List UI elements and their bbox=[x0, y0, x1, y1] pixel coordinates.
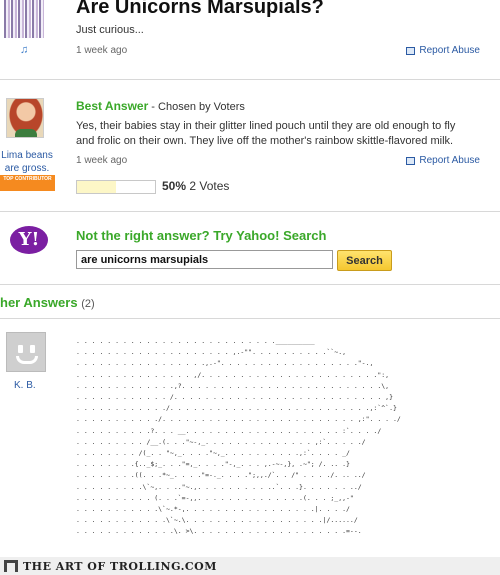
best-answer-section: Lima beans are gross. TOP CONTRIBUTOR Be… bbox=[0, 80, 500, 212]
avatar[interactable] bbox=[6, 98, 44, 138]
report-abuse-link-answer[interactable]: Report Abuse bbox=[406, 155, 480, 166]
question-thumbnail[interactable] bbox=[4, 0, 44, 38]
best-answer-time: 1 week ago bbox=[76, 155, 128, 166]
search-prompt: Not the right answer? Try Yahoo! Search bbox=[76, 228, 327, 243]
question-time: 1 week ago bbox=[76, 45, 128, 56]
search-button[interactable]: Search bbox=[337, 250, 392, 271]
ascii-art-text: . . . . . . . . . . . . . . . . . . . . … bbox=[76, 337, 401, 536]
music-note-icon: ♫ bbox=[20, 44, 29, 56]
question-details: Just curious... bbox=[76, 24, 144, 36]
divider bbox=[0, 318, 500, 319]
yahoo-search-section: Y! Not the right answer? Try Yahoo! Sear… bbox=[0, 212, 500, 285]
best-answer-heading: Best Answer - Chosen by Voters bbox=[76, 99, 245, 113]
vote-progress-fill bbox=[77, 181, 116, 193]
answerer-name[interactable]: Lima beans are gross. bbox=[0, 149, 54, 175]
other-answers-heading: her Answers (2) bbox=[0, 295, 95, 310]
yahoo-logo[interactable]: Y! bbox=[10, 226, 48, 254]
best-answer-label: Best Answer bbox=[76, 99, 149, 113]
flag-icon bbox=[406, 156, 416, 165]
search-input[interactable] bbox=[76, 250, 333, 269]
question-section: ♫ Are Unicorns Marsupials? Just curious.… bbox=[0, 0, 500, 80]
ascii-art-answer: . . . . . . . . . . . . . . . . . . . . … bbox=[76, 336, 412, 561]
other-answerer-name[interactable]: K. B. bbox=[14, 380, 36, 391]
avatar-mouth bbox=[16, 356, 38, 364]
best-answer-text: Yes, their babies stay in their glitter … bbox=[76, 120, 456, 147]
other-answers-count: (2) bbox=[81, 298, 95, 310]
chosen-by-label: - Chosen by Voters bbox=[148, 101, 245, 113]
avatar-body bbox=[15, 129, 37, 137]
flag-icon bbox=[406, 46, 416, 55]
avatar-eye bbox=[30, 345, 35, 353]
vote-count: 2 Votes bbox=[189, 179, 230, 193]
vote-percent: 50% bbox=[162, 179, 187, 193]
question-title: Are Unicorns Marsupials? bbox=[76, 0, 324, 18]
watermark-text: THE ART OF TROLLING.COM bbox=[23, 560, 217, 573]
report-abuse-link-question[interactable]: Report Abuse bbox=[406, 45, 480, 56]
other-answers-label: her Answers bbox=[0, 295, 78, 310]
avatar-eye bbox=[18, 345, 23, 353]
default-avatar[interactable] bbox=[6, 332, 46, 372]
vote-progress-bar bbox=[76, 180, 156, 194]
watermark-logo-icon bbox=[4, 560, 18, 572]
report-abuse-label: Report Abuse bbox=[419, 155, 480, 166]
vote-summary: 50% 2 Votes bbox=[162, 179, 229, 193]
report-abuse-label: Report Abuse bbox=[419, 45, 480, 56]
top-contributor-badge: TOP CONTRIBUTOR bbox=[0, 175, 55, 191]
